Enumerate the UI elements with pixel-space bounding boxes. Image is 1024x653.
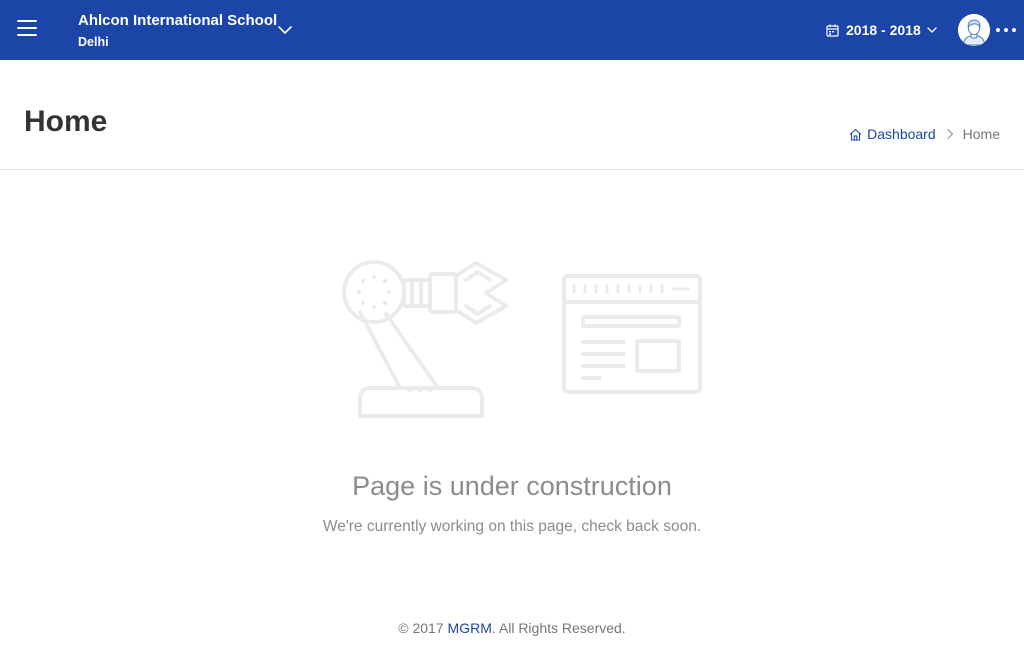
browser-window-icon <box>562 274 702 394</box>
footer-copyright: © 2017 <box>398 620 448 636</box>
breadcrumb-current: Home <box>962 126 1000 142</box>
construction-subtitle: We're currently working on this page, ch… <box>322 518 702 535</box>
page-title: Home <box>24 105 108 138</box>
footer-rights: . All Rights Reserved. <box>491 620 626 636</box>
breadcrumb: Dashboard Home <box>849 126 1000 142</box>
construction-title: Page is under construction <box>352 471 672 501</box>
home-icon <box>849 128 862 141</box>
hamburger-menu-icon[interactable] <box>17 20 37 38</box>
footer: © 2017 MGRM. All Rights Reserved. <box>0 619 1024 637</box>
school-name: Ahlcon International School <box>78 12 278 29</box>
chevron-down-icon[interactable] <box>276 21 294 39</box>
chevron-down-icon <box>927 27 937 33</box>
school-city: Delhi <box>78 35 109 49</box>
breadcrumb-dashboard-link[interactable]: Dashboard <box>849 126 936 142</box>
top-navbar: Ahlcon International School Delhi 2018 -… <box>0 0 1024 60</box>
page-header: Home Dashboard Home <box>0 60 1024 170</box>
calendar-icon <box>826 24 839 37</box>
under-construction-illustration <box>342 260 702 418</box>
footer-brand-link[interactable]: MGRM <box>448 620 492 636</box>
robot-arm-icon <box>342 260 508 418</box>
chevron-right-icon <box>946 128 954 140</box>
academic-year-selector[interactable]: 2018 - 2018 <box>826 20 938 40</box>
user-avatar-icon[interactable] <box>958 14 990 46</box>
academic-year-label: 2018 - 2018 <box>846 22 921 38</box>
school-selector[interactable]: Ahlcon International School Delhi <box>78 12 277 50</box>
more-dots-icon[interactable] <box>996 20 1016 40</box>
breadcrumb-dashboard-label: Dashboard <box>867 126 936 142</box>
